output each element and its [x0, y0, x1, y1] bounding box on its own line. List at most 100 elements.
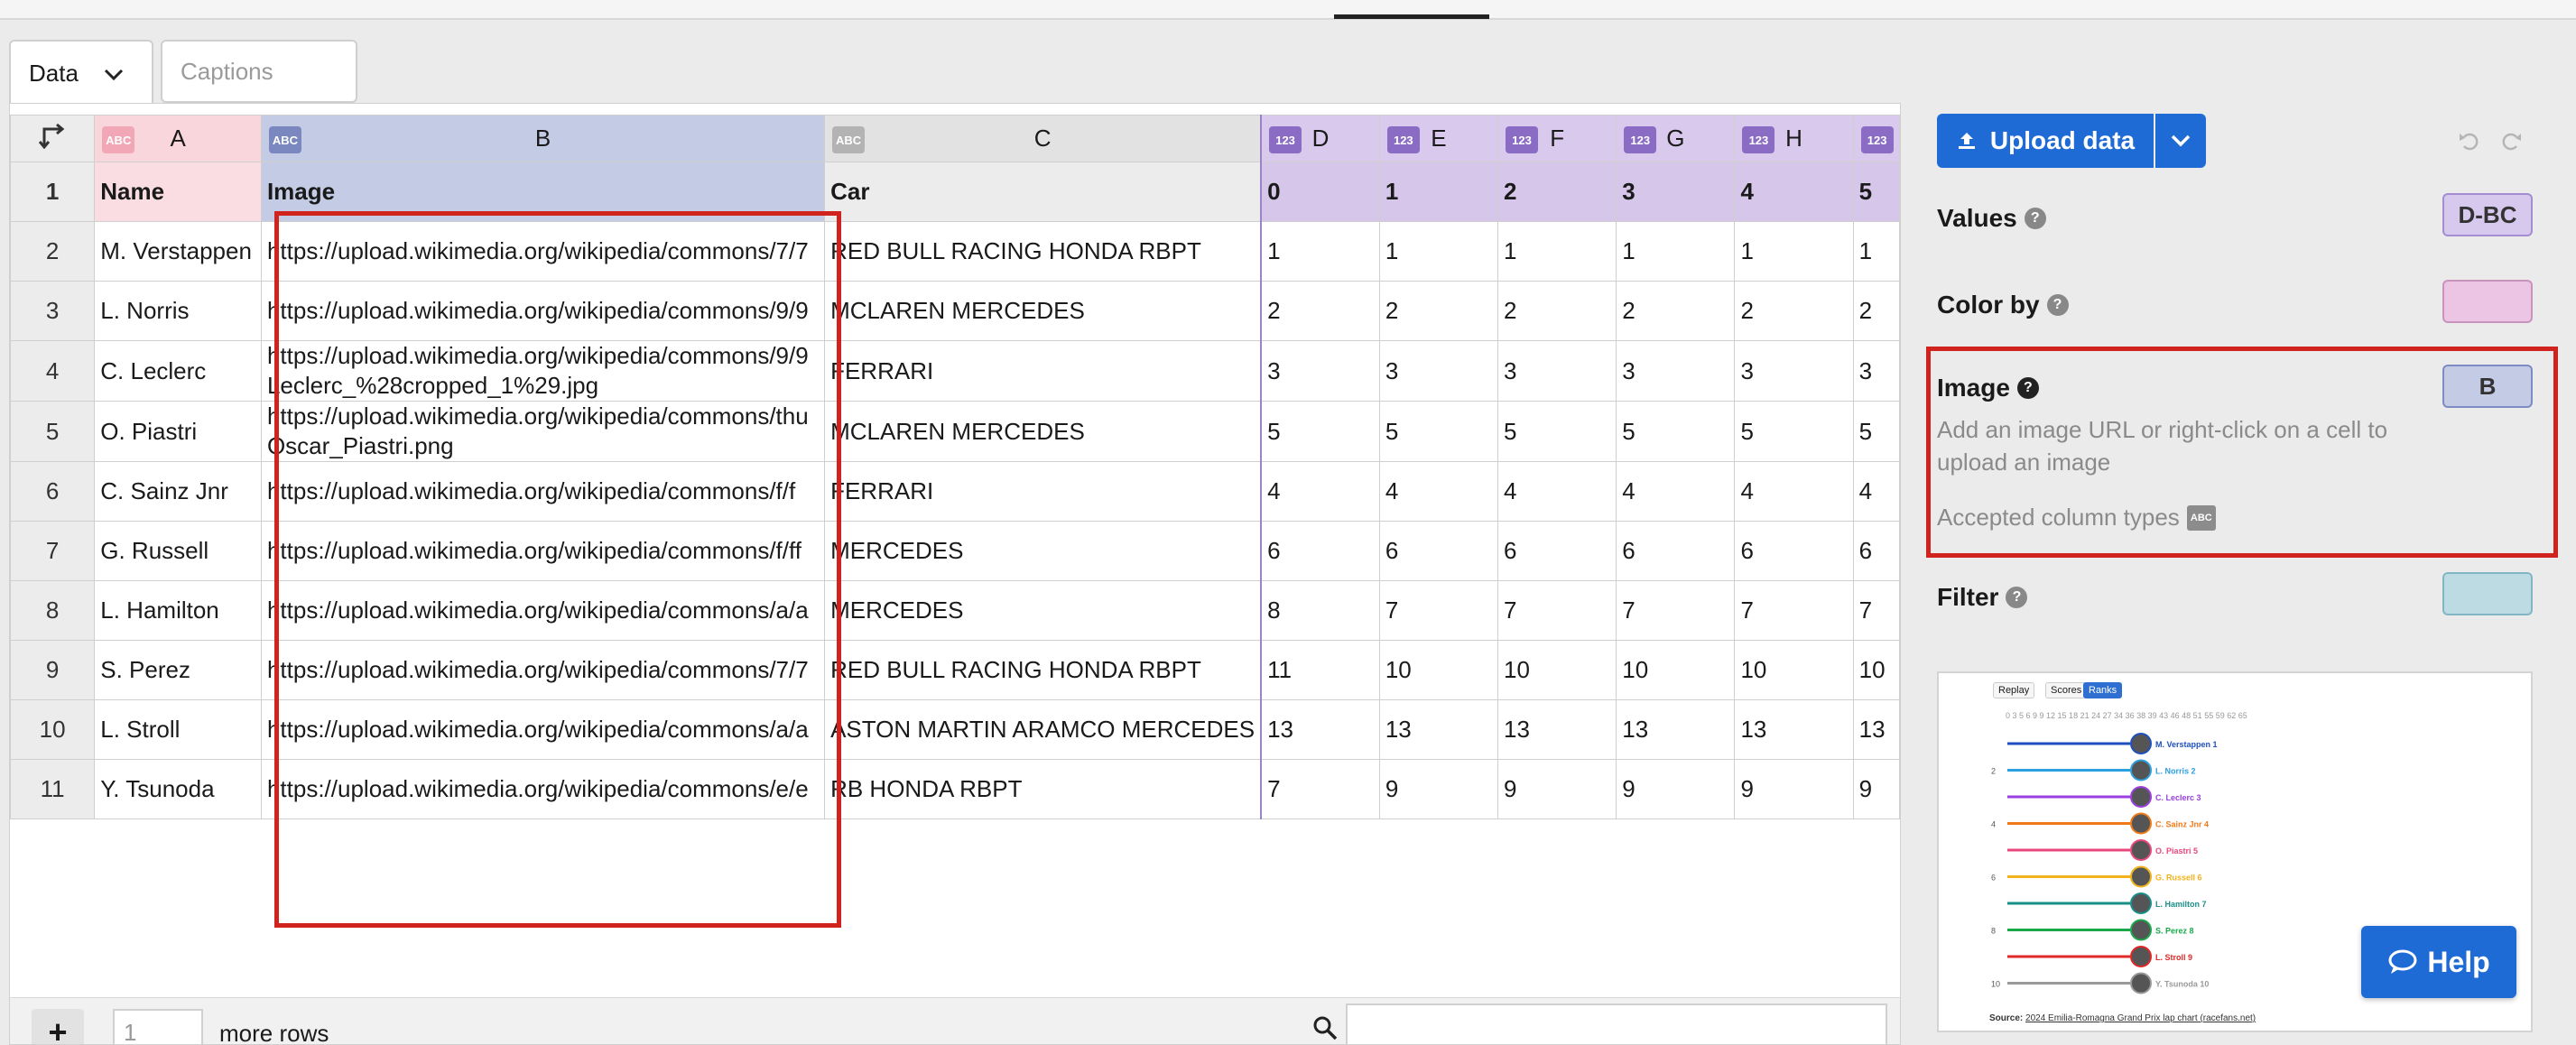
- table-cell[interactable]: 9: [1616, 759, 1736, 819]
- help-icon[interactable]: ?: [2024, 208, 2046, 229]
- table-cell[interactable]: 4: [1616, 461, 1736, 522]
- table-cell[interactable]: 1: [1616, 221, 1736, 282]
- table-cell[interactable]: 4: [1497, 461, 1617, 522]
- table-cell[interactable]: 9: [1497, 759, 1617, 819]
- column-header-d[interactable]: 123 D: [1260, 115, 1380, 162]
- table-cell[interactable]: 10: [1734, 640, 1854, 700]
- table-cell[interactable]: L. Stroll: [94, 699, 262, 760]
- table-cell[interactable]: MCLAREN MERCEDES: [824, 281, 1262, 341]
- table-cell[interactable]: 2: [1378, 281, 1499, 341]
- table-cell[interactable]: 2: [1852, 281, 1900, 341]
- table-cell[interactable]: 7: [1260, 759, 1380, 819]
- table-cell[interactable]: 10: [1378, 640, 1499, 700]
- table-cell[interactable]: 13: [1734, 699, 1854, 760]
- tab-data[interactable]: Data: [9, 40, 153, 105]
- table-cell[interactable]: 1: [1734, 221, 1854, 282]
- table-cell[interactable]: Image: [260, 162, 826, 222]
- row-number[interactable]: 9: [10, 640, 96, 700]
- table-cell[interactable]: 6: [1852, 521, 1900, 581]
- table-cell[interactable]: 5: [1497, 401, 1617, 462]
- table-cell[interactable]: https://upload.wikimedia.org/wikipedia/c…: [260, 221, 826, 282]
- table-cell[interactable]: Name: [94, 162, 262, 222]
- table-cell[interactable]: MERCEDES: [824, 580, 1262, 641]
- table-cell[interactable]: O. Piastri: [94, 401, 262, 462]
- table-cell[interactable]: Car: [824, 162, 1262, 222]
- table-cell[interactable]: 3: [1616, 340, 1736, 402]
- table-cell[interactable]: C. Sainz Jnr: [94, 461, 262, 522]
- table-cell[interactable]: Y. Tsunoda: [94, 759, 262, 819]
- row-number[interactable]: 6: [10, 461, 96, 522]
- table-cell[interactable]: https://upload.wikimedia.org/wikipedia/c…: [260, 580, 826, 641]
- table-cell[interactable]: 5: [1852, 401, 1900, 462]
- table-cell[interactable]: 2: [1616, 281, 1736, 341]
- table-cell[interactable]: 3: [1852, 340, 1900, 402]
- table-cell[interactable]: 7: [1852, 580, 1900, 641]
- table-cell[interactable]: 4: [1852, 461, 1900, 522]
- column-header-a[interactable]: ABC A: [94, 115, 262, 162]
- table-cell[interactable]: 6: [1497, 521, 1617, 581]
- table-cell[interactable]: G. Russell: [94, 521, 262, 581]
- table-cell[interactable]: 4: [1734, 162, 1854, 222]
- table-cell[interactable]: 8: [1260, 580, 1380, 641]
- table-cell[interactable]: 7: [1734, 580, 1854, 641]
- table-cell[interactable]: 2: [1497, 162, 1617, 222]
- help-icon[interactable]: ?: [2046, 294, 2069, 316]
- column-header-f[interactable]: 123 F: [1497, 115, 1617, 162]
- table-cell[interactable]: 1: [1378, 221, 1499, 282]
- table-cell[interactable]: 13: [1497, 699, 1617, 760]
- table-cell[interactable]: 13: [1852, 699, 1900, 760]
- table-cell[interactable]: https://upload.wikimedia.org/wikipedia/c…: [260, 340, 826, 402]
- table-cell[interactable]: 1: [1852, 221, 1900, 282]
- rows-count-input[interactable]: [113, 1009, 203, 1044]
- table-cell[interactable]: 13: [1260, 699, 1380, 760]
- table-cell[interactable]: 3: [1734, 340, 1854, 402]
- table-cell[interactable]: https://upload.wikimedia.org/wikipedia/c…: [260, 461, 826, 522]
- table-cell[interactable]: 1: [1378, 162, 1499, 222]
- table-cell[interactable]: 6: [1734, 521, 1854, 581]
- table-cell[interactable]: 13: [1378, 699, 1499, 760]
- row-number[interactable]: 8: [10, 580, 96, 641]
- table-cell[interactable]: 5: [1260, 401, 1380, 462]
- table-cell[interactable]: 7: [1378, 580, 1499, 641]
- table-cell[interactable]: 2: [1497, 281, 1617, 341]
- table-cell[interactable]: 5: [1734, 401, 1854, 462]
- column-header-c[interactable]: ABC C: [824, 115, 1262, 162]
- row-number[interactable]: 3: [10, 281, 96, 341]
- table-cell[interactable]: 10: [1616, 640, 1736, 700]
- table-cell[interactable]: 11: [1260, 640, 1380, 700]
- table-cell[interactable]: https://upload.wikimedia.org/wikipedia/c…: [260, 699, 826, 760]
- row-number[interactable]: 7: [10, 521, 96, 581]
- table-cell[interactable]: 3: [1497, 340, 1617, 402]
- row-number[interactable]: 5: [10, 401, 96, 462]
- table-cell[interactable]: 9: [1378, 759, 1499, 819]
- column-header-i[interactable]: 123: [1852, 115, 1900, 162]
- table-cell[interactable]: 7: [1497, 580, 1617, 641]
- column-header-e[interactable]: 123 E: [1378, 115, 1499, 162]
- table-cell[interactable]: 5: [1852, 162, 1900, 222]
- table-cell[interactable]: 4: [1734, 461, 1854, 522]
- row-number[interactable]: 1: [10, 162, 96, 222]
- table-cell[interactable]: 0: [1260, 162, 1380, 222]
- row-number[interactable]: 4: [10, 340, 96, 402]
- table-cell[interactable]: ASTON MARTIN ARAMCO MERCEDES: [824, 699, 1262, 760]
- transpose-corner[interactable]: [10, 115, 96, 162]
- table-cell[interactable]: 6: [1260, 521, 1380, 581]
- table-cell[interactable]: 3: [1616, 162, 1736, 222]
- table-cell[interactable]: 2: [1734, 281, 1854, 341]
- table-cell[interactable]: 9: [1852, 759, 1900, 819]
- row-number[interactable]: 2: [10, 221, 96, 282]
- table-cell[interactable]: 6: [1378, 521, 1499, 581]
- table-cell[interactable]: 2: [1260, 281, 1380, 341]
- table-cell[interactable]: 3: [1260, 340, 1380, 402]
- table-cell[interactable]: 1: [1260, 221, 1380, 282]
- table-cell[interactable]: https://upload.wikimedia.org/wikipedia/c…: [260, 401, 826, 462]
- values-column-chip[interactable]: D-BC: [2442, 193, 2533, 236]
- table-cell[interactable]: https://upload.wikimedia.org/wikipedia/c…: [260, 759, 826, 819]
- column-header-h[interactable]: 123 H: [1734, 115, 1854, 162]
- upload-data-button[interactable]: Upload data: [1937, 114, 2154, 168]
- table-cell[interactable]: RED BULL RACING HONDA RBPT: [824, 221, 1262, 282]
- column-header-g[interactable]: 123 G: [1616, 115, 1736, 162]
- table-cell[interactable]: 10: [1852, 640, 1900, 700]
- table-cell[interactable]: https://upload.wikimedia.org/wikipedia/c…: [260, 640, 826, 700]
- redo-icon[interactable]: [2498, 128, 2524, 153]
